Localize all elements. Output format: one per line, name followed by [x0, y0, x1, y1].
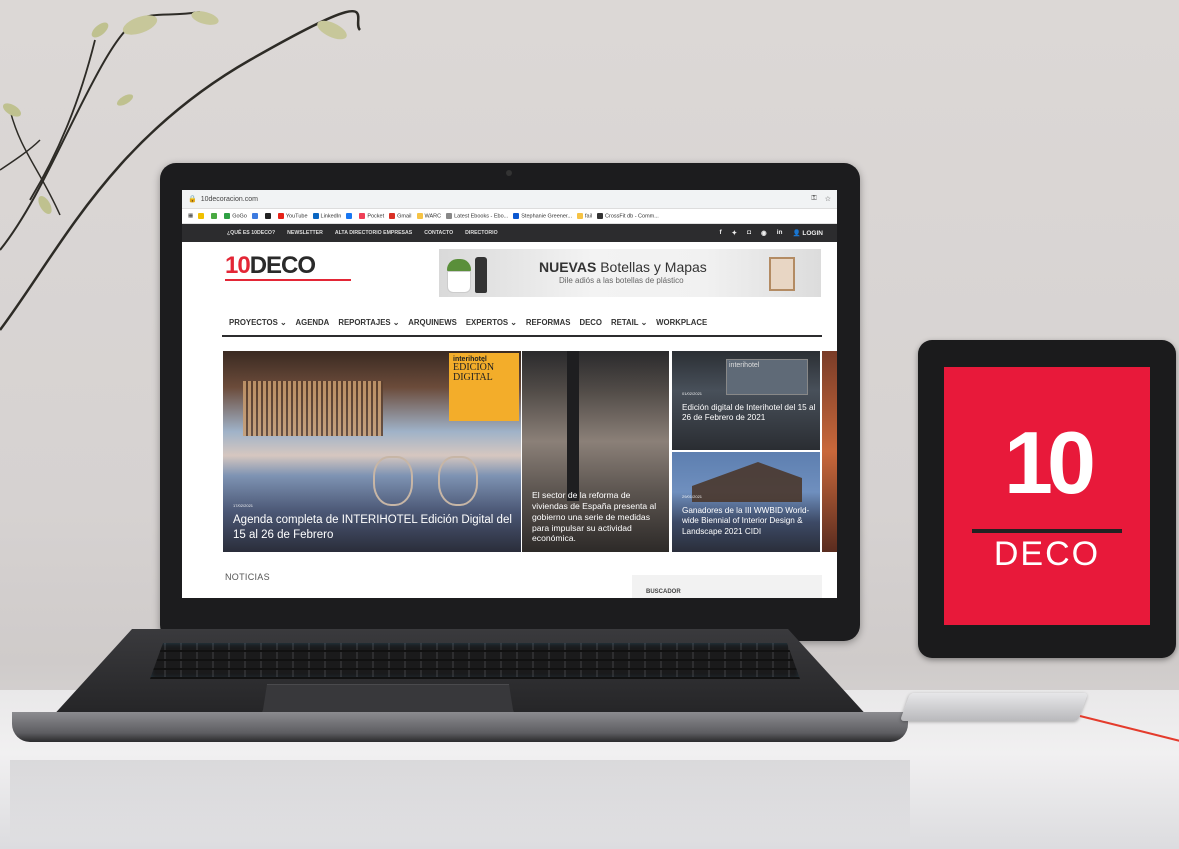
nav-proyectos[interactable]: PROYECTOS ⌄	[229, 318, 287, 327]
featured-article[interactable]: interihotel 01/02/2021 Edición digital d…	[672, 351, 820, 450]
table-reflection	[10, 760, 910, 840]
nav-retail[interactable]: RETAIL ⌄	[611, 318, 647, 327]
building-roof	[692, 462, 802, 502]
bookmark[interactable]: WARC	[416, 212, 441, 219]
article-date: 29/01/2021	[682, 494, 703, 499]
bookmark[interactable]: YouTube	[277, 212, 308, 219]
pot-icon	[447, 271, 471, 293]
linkedin-icon[interactable]: in	[777, 229, 783, 237]
article-title[interactable]: El sector de la reforma de viviendas de …	[532, 490, 662, 544]
smartphone	[899, 693, 1089, 721]
star-icon[interactable]: ☆	[825, 195, 831, 203]
bookmark[interactable]: LinkedIn	[312, 212, 341, 219]
logo-underline	[225, 279, 351, 281]
tablet-logo-word: DECO	[993, 535, 1101, 573]
topnav-link[interactable]: ALTA DIRECTORIO EMPRESAS	[335, 230, 412, 236]
main-nav: PROYECTOS ⌄ AGENDA REPORTAJES ⌄ ARQUINEW…	[229, 318, 707, 327]
article-title[interactable]: Agenda completa de INTERIHOTEL Edición D…	[233, 513, 521, 542]
hanging-chair	[438, 456, 478, 506]
featured-article-main[interactable]: interihotel EDICIÓN DIGITAL 17/02/2021 A…	[223, 351, 521, 552]
event-screen: interihotel	[726, 359, 808, 395]
site-header: 10DECO NUEVAS Botellas y Mapas Dile adió…	[182, 242, 837, 297]
nav-agenda[interactable]: AGENDA	[296, 318, 330, 327]
hanging-chair	[373, 456, 413, 506]
nav-expertos[interactable]: EXPERTOS ⌄	[466, 318, 517, 327]
browser-url-bar[interactable]: 🔒 10decoracion.com ⚿ ☆	[182, 190, 837, 209]
apps-icon[interactable]: ▦	[188, 213, 193, 219]
section-heading-noticias: NOTICIAS	[225, 572, 270, 582]
site-logo[interactable]: 10DECO	[225, 254, 353, 283]
steel-beam	[567, 351, 579, 501]
keyboard	[150, 643, 800, 679]
nav-workplace[interactable]: WORKPLACE	[656, 318, 707, 327]
instagram-icon[interactable]: ◘	[747, 229, 751, 237]
interihotel-badge: interihotel EDICIÓN DIGITAL	[449, 353, 519, 421]
pinterest-icon[interactable]: ◉	[761, 229, 767, 237]
bookmark-icon[interactable]	[264, 213, 271, 219]
bookmark[interactable]: Gmail	[389, 212, 412, 219]
topnav-link[interactable]: DIRECTORIO	[465, 230, 497, 236]
bookmark[interactable]: Stephanie Greener...	[513, 212, 572, 219]
ceiling-slats	[243, 381, 383, 436]
frame-icon	[769, 257, 795, 291]
social-links: f ✦ ◘ ◉ in 👤 LOGIN	[719, 229, 837, 237]
user-icon: 👤	[792, 230, 801, 237]
login-link[interactable]: 👤 LOGIN	[793, 229, 824, 237]
banner-title: NUEVAS Botellas y Mapas	[539, 259, 707, 275]
key-icon[interactable]: ⚿	[811, 195, 816, 203]
bookmarks-bar: ▦ GoGo YouTube LinkedIn Pocket Gmail WAR…	[182, 209, 837, 224]
nav-deco[interactable]: DECO	[579, 318, 602, 327]
tablet-logo-line	[972, 529, 1122, 533]
tablet-screen: 10 DECO	[944, 367, 1150, 625]
topnav-link[interactable]: NEWSLETTER	[287, 230, 323, 236]
bookmark-icon[interactable]	[251, 213, 258, 219]
scene: 🔒 10decoracion.com ⚿ ☆ ▦ GoGo YouTube Li…	[0, 0, 1179, 849]
facebook-icon[interactable]: f	[719, 229, 721, 237]
nav-divider	[222, 335, 822, 337]
logo-text: 10DECO	[225, 252, 316, 279]
site-top-nav: ¿QUÉ ES 10DECO? NEWSLETTER ALTA DIRECTOR…	[182, 224, 837, 242]
article-title[interactable]: Edición digital de Interihotel del 15 al…	[682, 403, 816, 424]
bookmark-icon[interactable]	[198, 213, 205, 219]
featured-article[interactable]: El sector de la reforma de viviendas de …	[522, 351, 669, 552]
bookmark[interactable]: Latest Ebooks - Ebo...	[446, 212, 508, 219]
lock-icon: 🔒	[188, 196, 197, 203]
bottle-icon	[475, 257, 487, 293]
bookmark[interactable]: CrossFit db - Comm...	[597, 212, 659, 219]
bookmark[interactable]: Pocket	[359, 212, 384, 219]
nav-reportajes[interactable]: REPORTAJES ⌄	[338, 318, 399, 327]
banner-subtitle: Dile adiós a las botellas de plástico	[559, 276, 684, 285]
featured-grid: interihotel EDICIÓN DIGITAL 17/02/2021 A…	[223, 351, 837, 552]
twitter-icon[interactable]: ✦	[732, 229, 737, 237]
featured-article-partial[interactable]	[822, 351, 837, 552]
ad-banner[interactable]: NUEVAS Botellas y Mapas Dile adiós a las…	[439, 249, 821, 297]
bookmark-icon[interactable]	[211, 213, 218, 219]
featured-article[interactable]: 29/01/2021 Ganadores de la III WWBID Wor…	[672, 452, 820, 552]
url-text[interactable]: 10decoracion.com	[201, 196, 258, 203]
article-title[interactable]: Ganadores de la III WWBID World-wide Bie…	[682, 506, 818, 537]
bookmark[interactable]: GoGo	[224, 212, 247, 219]
topnav-link[interactable]: CONTACTO	[424, 230, 453, 236]
article-date: 01/02/2021	[682, 391, 703, 396]
search-widget[interactable]: BUSCADOR	[632, 575, 822, 598]
nav-reformas[interactable]: REFORMAS	[526, 318, 571, 327]
tablet-logo-number: 10	[1004, 413, 1096, 512]
bookmark-icon[interactable]	[346, 213, 353, 219]
laptop-screen: 🔒 10decoracion.com ⚿ ☆ ▦ GoGo YouTube Li…	[182, 190, 837, 598]
bookmark[interactable]: fail	[577, 212, 592, 219]
laptop-front-edge	[12, 712, 908, 742]
webcam-icon	[506, 170, 512, 176]
article-date: 17/02/2021	[233, 503, 254, 508]
topnav-link[interactable]: ¿QUÉ ES 10DECO?	[227, 230, 275, 236]
nav-arquinews[interactable]: ARQUINEWS	[408, 318, 457, 327]
